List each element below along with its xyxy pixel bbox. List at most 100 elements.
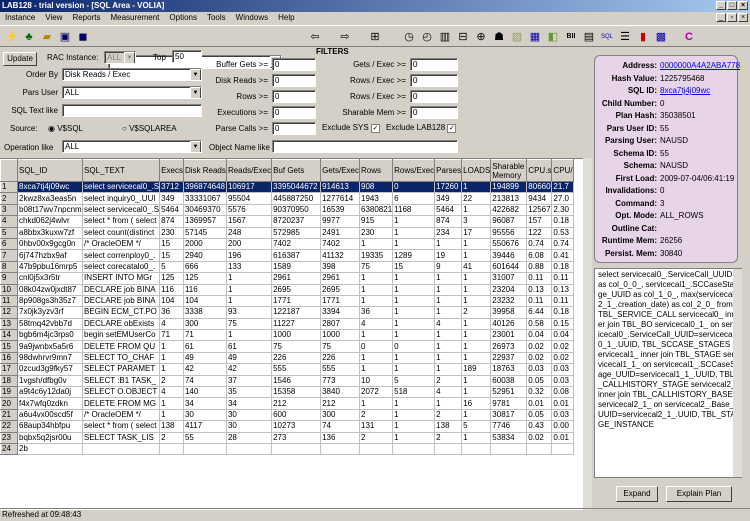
grid-scrollbar[interactable] — [583, 158, 592, 510]
plug-icon[interactable]: ⚡ — [5, 30, 19, 44]
memory-icon[interactable]: ▩ — [654, 30, 668, 44]
sharable-mem-input[interactable]: 0 — [410, 106, 458, 119]
executions-input[interactable]: 0 — [272, 106, 316, 119]
table-row[interactable]: 15 9a9jwnbx5a5r6 DELETE FROM QU 1 61 61 75 75 0 0… — [0, 340, 574, 353]
menu-help[interactable]: Help — [273, 12, 299, 24]
sql-text-input[interactable] — [62, 104, 202, 117]
mdi-restore-button[interactable]: ▫ — [727, 13, 737, 22]
chevron-down-icon[interactable]: ▼ — [190, 141, 201, 152]
table-row[interactable]: 22 68aup34hbfpu select * from ( select 138 4… — [0, 420, 574, 433]
sql-grid[interactable]: SQL_ID SQL_TEXT Execs Disk Reads Reads/Exec B… — [0, 158, 583, 510]
table-row[interactable]: 24 2b — [0, 442, 574, 456]
chevron-down-icon[interactable]: ▼ — [190, 69, 201, 80]
top-input[interactable]: 50 — [172, 50, 202, 63]
table-row[interactable]: 10 08k04zw0jxdt87 DECLARE job BINA 116 116 1 2… — [0, 283, 574, 296]
table-row[interactable]: 5 a8bbx3kuxw7zf select count(distinct 230 57… — [0, 226, 574, 239]
clock-icon[interactable]: ◷ — [402, 30, 416, 44]
menu-view[interactable]: View — [40, 12, 67, 24]
minimize-button[interactable]: _ — [716, 1, 726, 10]
object-name-input[interactable] — [272, 140, 458, 153]
bii-icon[interactable]: BII — [564, 30, 578, 44]
column-header[interactable]: CPU/ — [551, 159, 574, 182]
table-row[interactable]: 11 8p908gs3h35z7 DECLARE job BINA 104 104 1 17… — [0, 294, 574, 308]
expand-button[interactable]: Expand — [616, 486, 658, 502]
source-vsqlarea-radio[interactable]: ○ V$SQLAREA — [122, 124, 177, 133]
column-header[interactable]: CPU.s — [526, 159, 553, 182]
sessions-icon[interactable]: ☗ — [492, 30, 506, 44]
menu-instance[interactable]: Instance — [0, 12, 40, 24]
save-icon[interactable]: ◼ — [76, 30, 90, 44]
forward-icon[interactable]: ⇨ — [338, 30, 352, 44]
chevron-down-icon[interactable]: ▼ — [124, 52, 135, 63]
db-icon[interactable]: ▦ — [528, 30, 542, 44]
cube-icon[interactable]: ▧ — [510, 30, 524, 44]
detail-value[interactable]: 8xca7tj4j09wc — [660, 86, 710, 95]
table-row[interactable]: 20 f4x7wfq0zdkn DELETE FROM MG 1 34 34 212 212 1… — [0, 397, 574, 410]
exclude-sys-checkbox[interactable]: Exclude SYS ✓ — [322, 123, 380, 133]
explain-plan-button[interactable]: Explain Plan — [666, 486, 732, 502]
chart-icon[interactable]: ▥ — [438, 30, 452, 44]
menu-windows[interactable]: Windows — [231, 12, 273, 24]
column-header[interactable]: Reads/Exec — [225, 159, 273, 182]
disk-reads-input[interactable]: 0 — [272, 74, 316, 87]
column-header[interactable]: LOADS — [461, 159, 492, 182]
folder-icon[interactable]: ▰ — [40, 30, 54, 44]
stopwatch-icon[interactable]: ◴ — [420, 30, 434, 44]
column-header[interactable]: Disk Reads — [182, 159, 227, 182]
mdi-minimize-button[interactable]: _ — [716, 13, 726, 22]
sql-text-scrollbar[interactable] — [733, 269, 742, 477]
table-row[interactable]: 14 bgb6m4jc3rps0 begin setEMUserCo 71 71 1 100… — [0, 329, 574, 342]
back-icon[interactable]: ⇦ — [308, 30, 322, 44]
menu-measurement[interactable]: Measurement — [105, 12, 164, 24]
table-row[interactable]: 3 b08t17wv7npcnm select servicecal0_.S 5464… — [0, 203, 574, 217]
order-by-select[interactable]: Disk Reads / Exec ▼ — [62, 68, 202, 81]
column-header[interactable]: Gets/Exec — [320, 159, 360, 182]
chevron-down-icon[interactable]: ▼ — [190, 87, 201, 98]
config-icon[interactable]: C — [682, 30, 696, 44]
column-header[interactable] — [0, 159, 18, 182]
rows-input[interactable]: 0 — [272, 90, 316, 103]
lock-icon[interactable]: ▤ — [582, 30, 596, 44]
table-row[interactable]: 1 8xca7tj4j09wc select servicecal0_.S 3712 3… — [0, 180, 574, 194]
menu-options[interactable]: Options — [164, 12, 202, 24]
table-row[interactable]: 4 chkd062j4wlvr select * from ( select 874 1… — [0, 215, 574, 228]
update-button[interactable]: Update — [3, 52, 37, 66]
tablespace-icon[interactable]: ◧ — [546, 30, 560, 44]
table-row[interactable]: 9 cnl0j5x3r5tr INSERT INTO MGr 125 125 1 2961 2… — [0, 272, 574, 285]
table-row[interactable]: 19 a9t4c6y12da0j SELECT O.OBJECT 4 140 35 1535… — [0, 386, 574, 399]
table-row[interactable]: 12 7x0jk3yzv3rf BEGIN ECM_CT.PO 36 3338 93 122… — [0, 306, 574, 319]
table-row[interactable]: 7 6j747hzbx9af select correnploy0_. 15 2940 1… — [0, 249, 574, 262]
grid-icon[interactable]: ⊞ — [368, 30, 382, 44]
table-row[interactable]: 21 a6u4vx00scd5f/* OracleOEM */1 30 30 600 30… — [0, 408, 574, 422]
column-header[interactable]: Buf Gets — [271, 159, 322, 182]
split-icon[interactable]: ⊟ — [456, 30, 470, 44]
column-header[interactable]: SQL_TEXT — [81, 159, 161, 182]
monitor-icon[interactable]: ▣ — [58, 30, 72, 44]
buffer-gets-input[interactable]: 0 — [272, 58, 316, 71]
tree-icon[interactable]: ♣ — [22, 30, 36, 44]
rac-instance-select[interactable]: ALL ▼ — [104, 51, 136, 64]
column-header[interactable]: Sharable Memory — [490, 159, 528, 182]
table-row[interactable]: 23 bqbx5q2jsr00u SELECT TASK_LIS 2 55 28 273 13… — [0, 431, 574, 445]
column-header[interactable]: Execs — [159, 159, 184, 182]
column-header[interactable]: Rows/Exec — [392, 159, 436, 182]
operation-select[interactable]: ALL ▼ — [62, 140, 202, 153]
maximize-button[interactable]: □ — [727, 1, 737, 10]
table-row[interactable]: 13 58tmq42vbb7d DECLARE obExists 4 300 75 1122… — [0, 317, 574, 331]
menu-tools[interactable]: Tools — [202, 12, 231, 24]
detail-value[interactable]: 0000000A4A2ABA778 — [660, 61, 740, 70]
table-row[interactable]: 8 47b9pbu16mrp5 select corecatalo0_. 5 666 13… — [0, 260, 574, 274]
table-row[interactable]: 16 98dwhrvr9mn7 SELECT TO_CHAF 1 49 49 226 226 1… — [0, 351, 574, 365]
bookmark-icon[interactable]: ▮ — [636, 30, 650, 44]
sql-text-view[interactable]: select servicecal0_.ServiceCall_UUID as … — [594, 268, 742, 478]
column-header[interactable]: Parses — [434, 159, 463, 182]
column-header[interactable]: SQL_ID — [17, 159, 83, 182]
close-button[interactable]: × — [738, 1, 748, 10]
rows-exec-input-1[interactable]: 0 — [410, 74, 458, 87]
source-vsql-radio[interactable]: ◉ V$SQL — [48, 124, 83, 133]
table-row[interactable]: 18 1vgsh/dfbg0v SELECT :B1 TASK_ 2 74 37 1546 7… — [0, 374, 574, 388]
exclude-lab128-checkbox[interactable]: Exclude LAB128 ✓ — [386, 123, 457, 133]
list-icon[interactable]: ☰ — [618, 30, 632, 44]
table-row[interactable]: 17 0zcud3g9fky57 SELECT PARAMET 1 42 42 555 555… — [0, 363, 574, 376]
rows-exec-input-2[interactable]: 0 — [410, 90, 458, 103]
